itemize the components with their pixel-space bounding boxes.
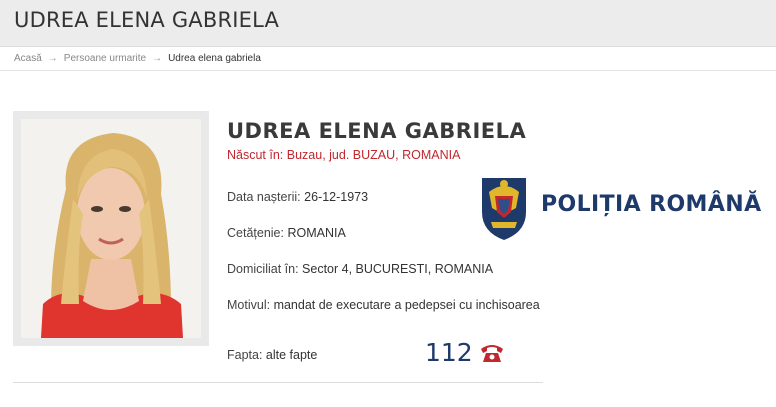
dob-row: Data nașterii: 26-12-1973 — [227, 190, 368, 204]
person-photo — [21, 119, 201, 338]
photo-frame — [13, 111, 209, 346]
citizenship-label: Cetățenie: — [227, 226, 284, 240]
motive-row: Motivul: mandat de executare a pedepsei … — [227, 298, 541, 313]
breadcrumb-separator-icon: → — [47, 53, 58, 64]
breadcrumb-divider — [0, 70, 776, 71]
breadcrumb-home-link[interactable]: Acasă — [14, 53, 42, 64]
birthplace: Născut în: Buzau, jud. BUZAU, ROMANIA — [227, 148, 461, 162]
person-name: UDREA ELENA GABRIELA — [227, 119, 527, 143]
police-logo-text: POLIȚIA ROMÂNĂ — [541, 192, 762, 217]
breadcrumb: Acasă → Persoane urmarite → Udrea elena … — [14, 53, 261, 64]
domicile-value: Sector 4, BUCURESTI, ROMANIA — [302, 262, 494, 276]
deed-row: Fapta: alte fapte — [227, 348, 317, 362]
emergency-number: 112 — [425, 338, 473, 367]
deed-value: alte fapte — [265, 348, 318, 362]
domicile-row: Domiciliat în: Sector 4, BUCURESTI, ROMA… — [227, 262, 493, 276]
dob-value: 26-12-1973 — [304, 190, 369, 204]
citizenship-value: ROMANIA — [287, 226, 346, 240]
breadcrumb-separator-icon: → — [152, 53, 163, 64]
portrait-image — [21, 119, 201, 338]
citizenship-row: Cetățenie: ROMANIA — [227, 226, 346, 240]
phone-icon — [479, 342, 505, 364]
coat-of-arms-icon — [478, 172, 530, 242]
motive-value: mandat de executare a pedepsei cu inchis… — [273, 298, 540, 312]
motive-label: Motivul: — [227, 298, 271, 312]
dob-label: Data nașterii: — [227, 190, 301, 204]
page-header: UDREA ELENA GABRIELA — [0, 0, 776, 47]
breadcrumb-wanted-persons-link[interactable]: Persoane urmarite — [64, 53, 146, 64]
section-divider — [13, 382, 543, 383]
breadcrumb-current: Udrea elena gabriela — [168, 53, 261, 64]
emergency-contact: 112 — [425, 338, 505, 367]
deed-label: Fapta: — [227, 348, 263, 362]
domicile-label: Domiciliat în: — [227, 262, 299, 276]
page-title: UDREA ELENA GABRIELA — [14, 8, 280, 32]
